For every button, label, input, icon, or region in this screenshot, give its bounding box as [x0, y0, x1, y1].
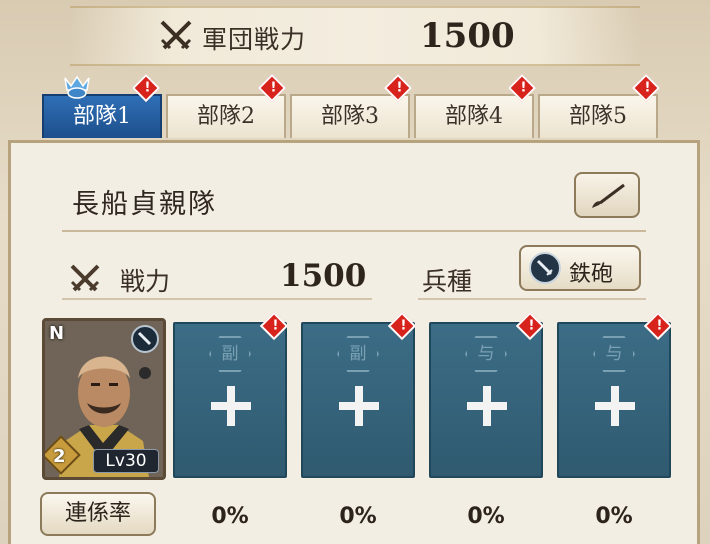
tab-label: 部隊3: [321, 104, 379, 129]
tab-label: 部隊5: [569, 104, 627, 129]
add-icon: [211, 386, 251, 426]
add-icon: [467, 386, 507, 426]
officer-level: Lv30: [93, 449, 159, 473]
empty-slot[interactable]: 副: [173, 322, 287, 478]
helmet-icon: [64, 75, 90, 99]
rank-number: 2: [53, 446, 66, 467]
rarity-badge: N: [49, 323, 65, 344]
tab-unit-2[interactable]: 部隊2: [166, 94, 286, 138]
slot-role-badge: 副: [209, 336, 251, 372]
brush-icon: [592, 183, 625, 208]
rename-button[interactable]: [574, 172, 640, 218]
tab-unit-5[interactable]: 部隊5: [538, 94, 658, 138]
empty-slot[interactable]: 与: [557, 322, 671, 478]
troop-type-value: 鉄砲: [569, 262, 614, 287]
musket-icon: [131, 325, 159, 353]
unit-tabs: 部隊1 部隊2 部隊3 部隊4 部隊5: [42, 90, 672, 140]
troop-type-button[interactable]: 鉄砲: [519, 245, 641, 291]
empty-slot[interactable]: 与: [429, 322, 543, 478]
crossed-swords-icon: [70, 264, 100, 292]
link-rate-value: 0%: [339, 504, 377, 529]
tab-label: 部隊1: [73, 104, 131, 129]
army-power-label: 軍団戦力: [202, 25, 307, 54]
link-rate-button[interactable]: 連係率: [40, 492, 156, 536]
divider: [62, 298, 372, 300]
army-power-value: 1500: [420, 16, 515, 56]
slot-role-badge: 与: [465, 336, 507, 372]
tab-label: 部隊2: [197, 104, 255, 129]
unit-power-value: 1500: [280, 258, 367, 294]
army-power-banner: [70, 6, 640, 66]
add-icon: [595, 386, 635, 426]
link-rate-value: 0%: [211, 504, 249, 529]
troop-type-label: 兵種: [422, 267, 473, 296]
unit-name: 長船貞親隊: [72, 189, 217, 220]
divider: [418, 298, 646, 300]
tab-unit-3[interactable]: 部隊3: [290, 94, 410, 138]
unit-power-label: 戦力: [120, 267, 171, 296]
empty-slot[interactable]: 副: [301, 322, 415, 478]
musket-icon: [529, 252, 561, 284]
slot-role-badge: 副: [337, 336, 379, 372]
add-icon: [339, 386, 379, 426]
crossed-swords-icon: [160, 20, 192, 50]
link-rate-value: 0%: [467, 504, 505, 529]
link-rate-value: 0%: [595, 504, 633, 529]
officer-card[interactable]: N 2 Lv30: [42, 318, 166, 480]
slot-role-badge: 与: [593, 336, 635, 372]
tab-label: 部隊4: [445, 104, 503, 129]
tab-unit-4[interactable]: 部隊4: [414, 94, 534, 138]
divider: [62, 230, 646, 232]
